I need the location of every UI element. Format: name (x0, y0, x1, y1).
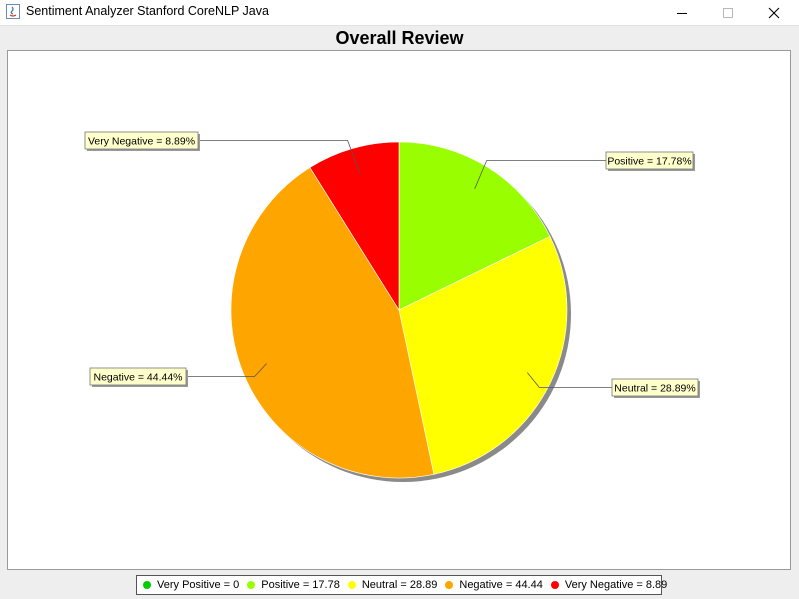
legend-swatch (550, 581, 559, 589)
legend-swatch (247, 581, 256, 589)
legend-item-very-negative: Very Negative = 8.89 (550, 579, 668, 591)
legend-swatch (347, 581, 356, 589)
pie-chart: Positive = 17.78% Neutral = 28.89% Negativ… (84, 131, 700, 482)
chart-legend: Very Positive = 0 Positive = 17.78 Neutr… (136, 575, 667, 595)
callout-label-very-negative: Very Negative = 8.89% (88, 136, 195, 148)
callout-label-neutral: Neutral = 28.89% (614, 383, 695, 395)
legend-item-neutral: Neutral = 28.89 (347, 579, 438, 591)
callout-label-positive: Positive = 17.78% (607, 156, 691, 168)
legend-item-positive: Positive = 17.78 (247, 579, 340, 591)
legend-label: Positive = 17.78 (261, 579, 340, 591)
legend-label: Negative = 44.44 (459, 579, 543, 591)
legend-label: Neutral = 28.89 (361, 579, 438, 591)
legend-item-negative: Negative = 44.44 (445, 579, 543, 591)
legend-swatch (445, 581, 454, 589)
legend-label: Very Positive = 0 (157, 579, 240, 591)
legend-label: Very Negative = 8.89 (564, 579, 668, 591)
callout-label-negative: Negative = 44.44% (93, 372, 182, 384)
legend-swatch (143, 581, 151, 589)
legend-item-very-positive: Very Positive = 0 (143, 579, 239, 591)
